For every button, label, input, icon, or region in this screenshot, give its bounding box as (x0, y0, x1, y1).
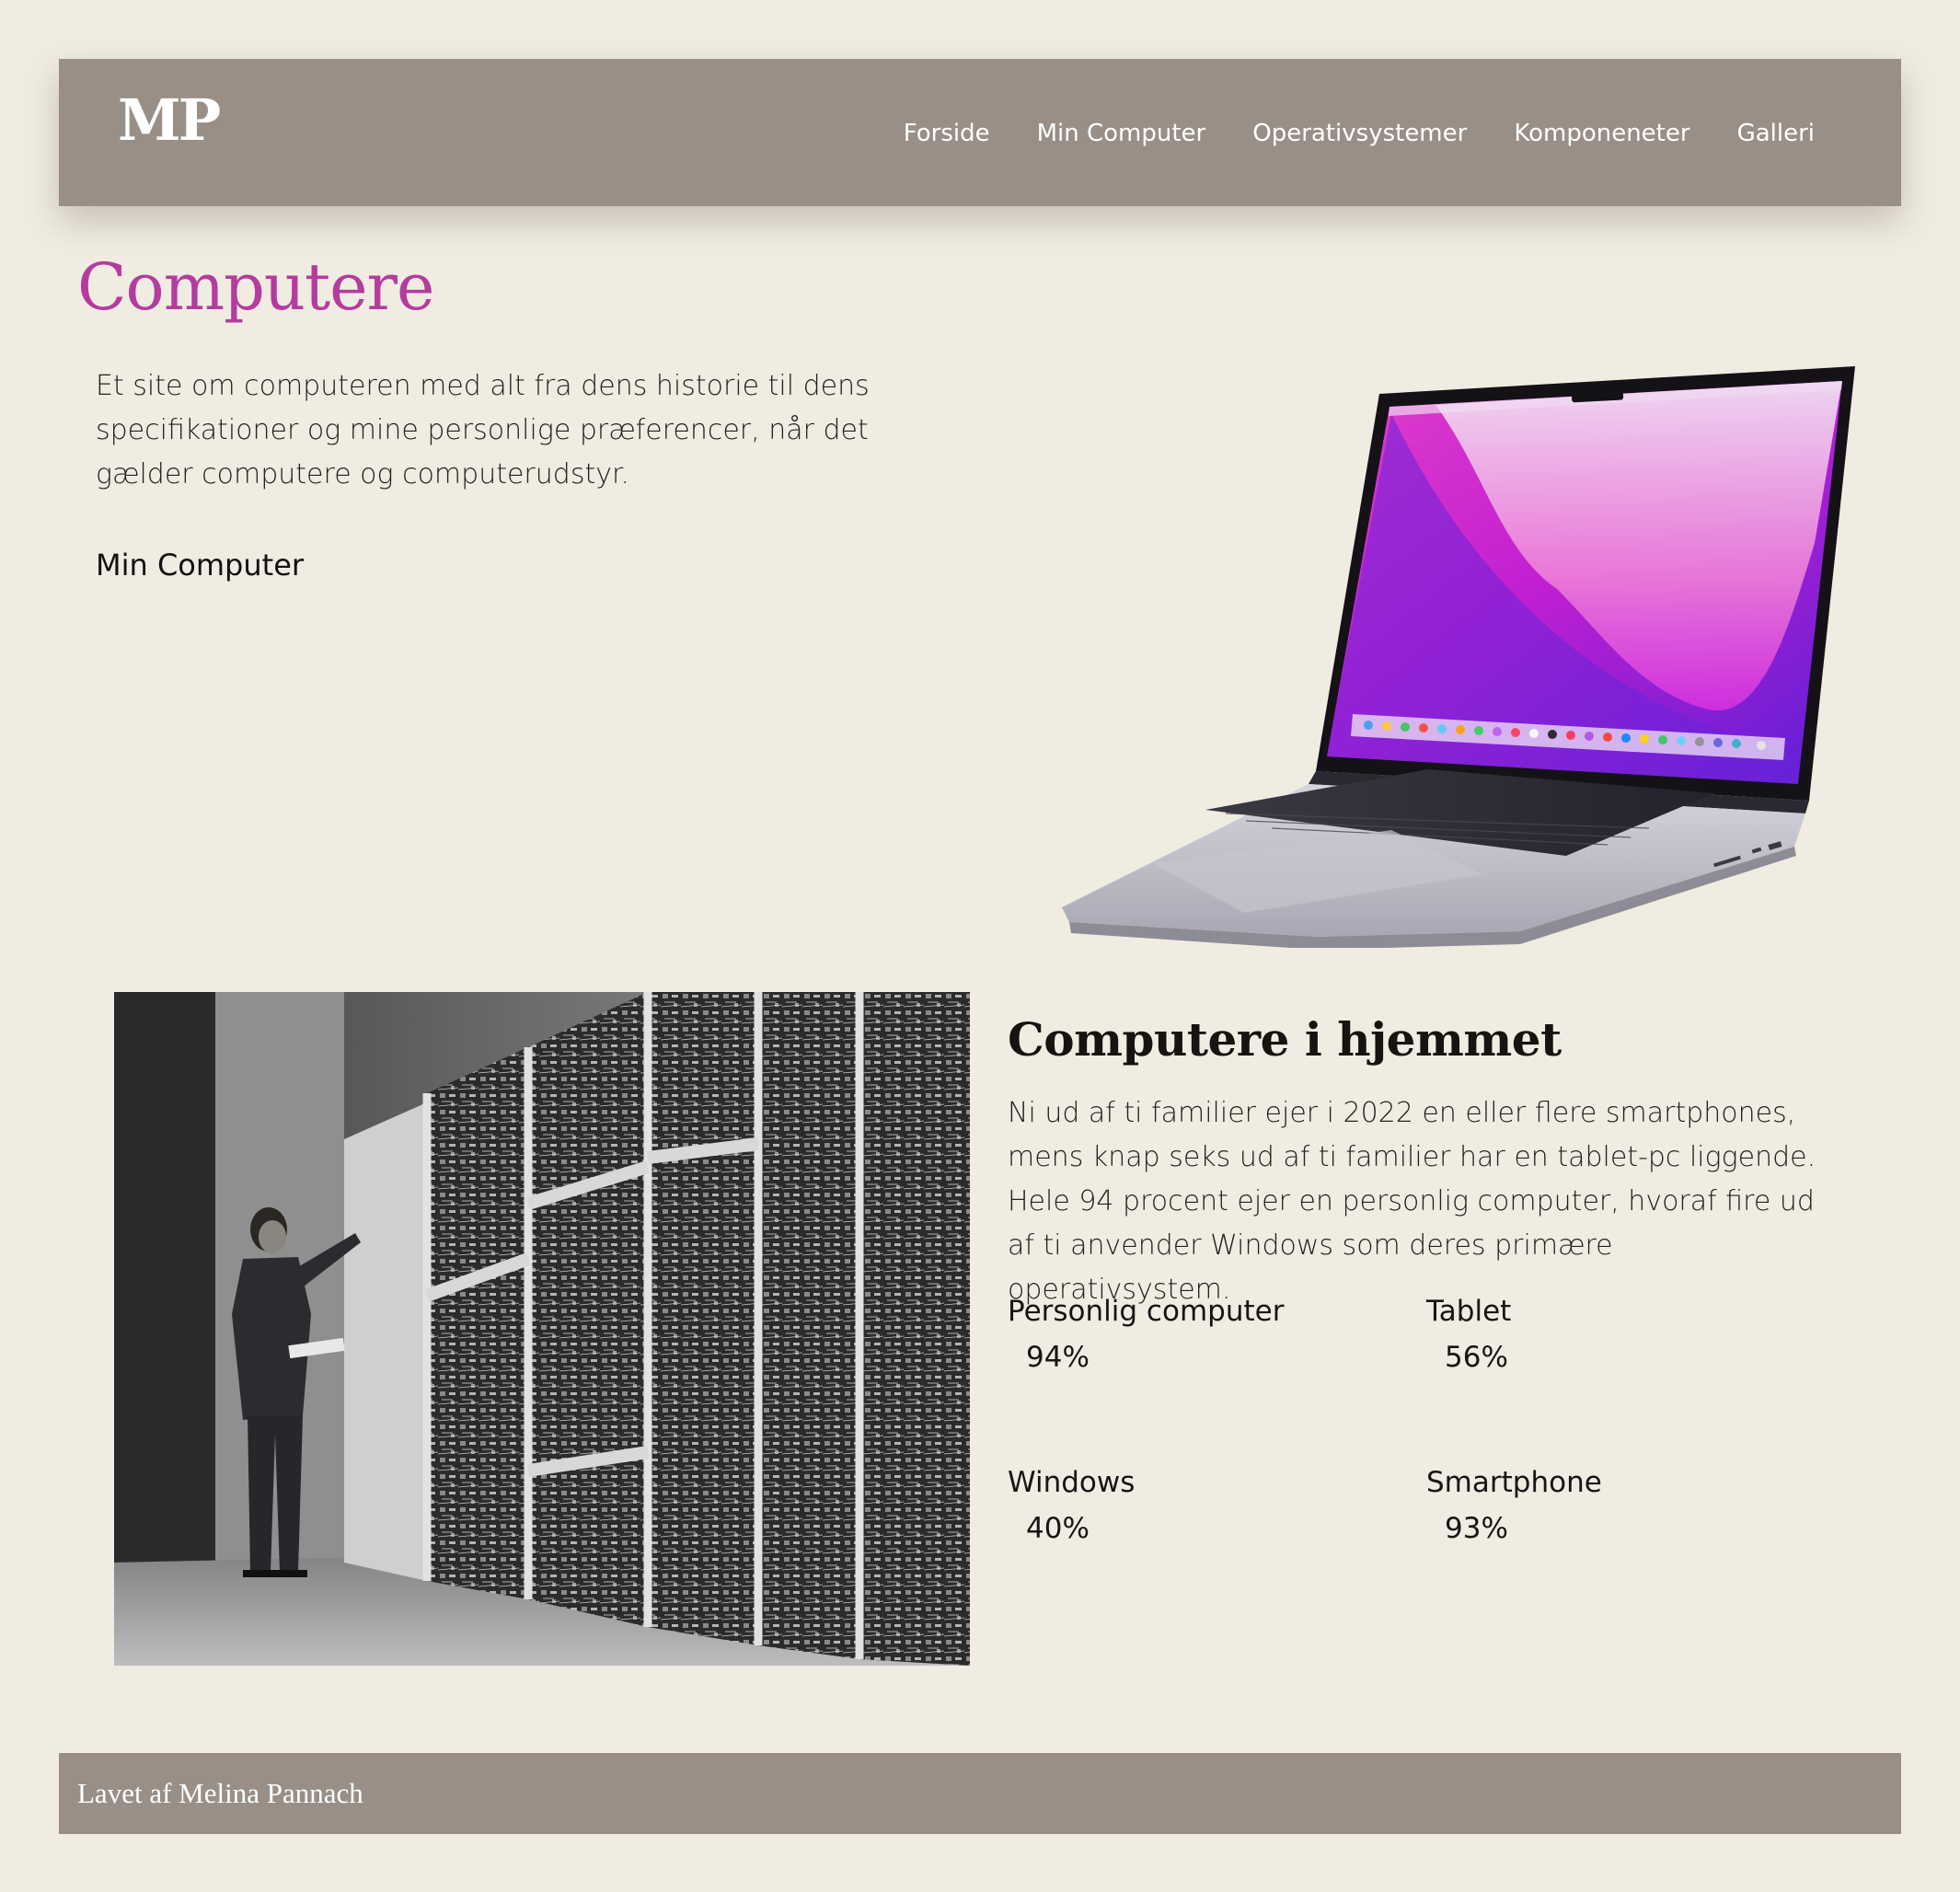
laptop-image (1005, 359, 1870, 950)
nav-item-forside[interactable]: Forside (904, 120, 990, 148)
stat-smartphone: Smartphone 93% (1426, 1459, 1602, 1552)
min-computer-link[interactable]: Min Computer (96, 543, 304, 587)
nav-item-komponeneter[interactable]: Komponeneter (1514, 120, 1689, 148)
stat-tablet: Tablet 56% (1426, 1288, 1511, 1380)
site-footer: Lavet af Melina Pannach (59, 1753, 1901, 1834)
site-logo[interactable]: MP (118, 92, 221, 149)
stat-value: 94% (1026, 1341, 1090, 1374)
nav-item-operativsystemer[interactable]: Operativsystemer (1252, 120, 1467, 148)
stat-label: Tablet (1426, 1295, 1512, 1328)
nav-item-galleri[interactable]: Galleri (1737, 120, 1815, 148)
stat-value: 40% (1026, 1512, 1090, 1545)
page-title: Computere (77, 249, 434, 325)
footer-credit: Lavet af Melina Pannach (77, 1777, 363, 1809)
stat-value: 93% (1445, 1512, 1508, 1545)
stat-value: 56% (1445, 1341, 1508, 1374)
stat-label: Smartphone (1426, 1466, 1602, 1499)
stat-personlig-computer: Personlig computer 94% (1008, 1288, 1284, 1380)
stat-label: Personlig computer (1008, 1295, 1285, 1328)
nav-item-min-computer[interactable]: Min Computer (1037, 120, 1206, 148)
site-header: MP Forside Min Computer Operativsystemer… (59, 59, 1901, 206)
stat-label: Windows (1008, 1466, 1136, 1499)
stat-windows: Windows 40% (1008, 1459, 1135, 1552)
section-title: Computere i hjemmet (1008, 1012, 1562, 1067)
intro-text: Et site om computeren med alt fra dens h… (96, 370, 870, 490)
section-text: Ni ud af ti familier ejer i 2022 en elle… (1008, 1097, 1816, 1306)
historic-computer-photo (114, 992, 970, 1666)
main-nav: Forside Min Computer Operativsystemer Ko… (904, 120, 1815, 148)
